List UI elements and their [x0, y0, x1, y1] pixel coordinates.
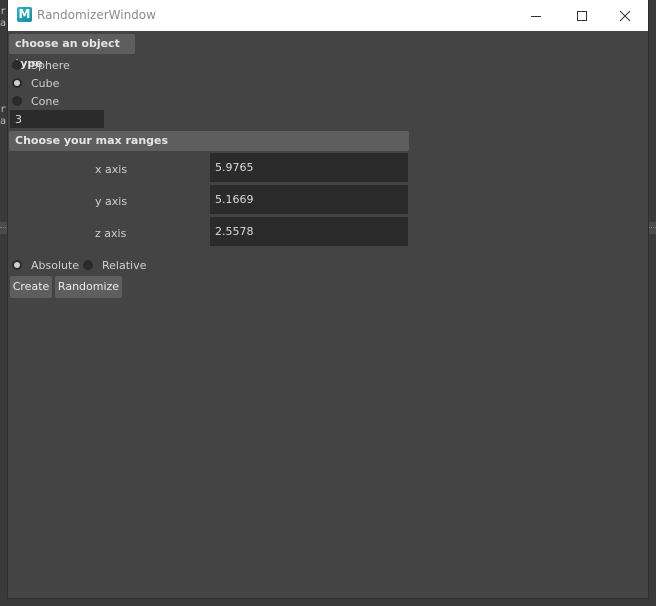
y-axis-input[interactable]: 5.1669 [210, 185, 408, 214]
window-content: choose an object type Sphere Cube Cone 3… [8, 31, 648, 598]
z-axis-label: z axis [95, 227, 127, 240]
radio-sphere[interactable]: Sphere [12, 57, 70, 73]
minimize-button[interactable] [513, 0, 559, 31]
radio-relative-label: Relative [102, 258, 147, 272]
radio-relative-indicator[interactable] [83, 260, 93, 270]
title-bar[interactable]: M RandomizerWindow [8, 0, 648, 31]
minimize-icon [531, 15, 541, 17]
radio-absolute-label: Absolute [31, 258, 80, 272]
close-icon [619, 10, 631, 21]
object-type-header: choose an object type [9, 34, 135, 70]
radio-cone[interactable]: Cone [12, 93, 59, 109]
radio-cube[interactable]: Cube [12, 75, 59, 91]
randomize-button[interactable]: Randomize [55, 276, 122, 298]
maximize-icon [577, 10, 587, 21]
x-axis-label: x axis [95, 163, 128, 176]
z-axis-input[interactable]: 2.5578 [210, 217, 408, 246]
create-button[interactable]: Create [10, 276, 52, 298]
radio-sphere-label: Sphere [31, 58, 70, 72]
radio-absolute[interactable]: Absolute [12, 257, 79, 273]
radio-cone-indicator[interactable] [12, 96, 22, 106]
maya-app-icon: M [17, 7, 32, 22]
radio-relative[interactable]: Relative [83, 257, 146, 273]
radio-cube-indicator[interactable] [12, 78, 22, 88]
max-ranges-header: Choose your max ranges [9, 131, 409, 151]
radio-cube-label: Cube [31, 76, 60, 90]
y-axis-label: y axis [95, 195, 128, 208]
radio-cone-label: Cone [31, 94, 60, 108]
randomizer-window: M RandomizerWindow choose an object type… [8, 0, 648, 598]
radio-absolute-indicator[interactable] [12, 260, 22, 270]
maximize-button[interactable] [559, 0, 605, 31]
window-title: RandomizerWindow [37, 8, 156, 22]
object-count-input[interactable]: 3 [10, 110, 104, 128]
radio-sphere-indicator[interactable] [12, 60, 22, 70]
x-axis-input[interactable]: 5.9765 [210, 153, 408, 182]
close-button[interactable] [602, 0, 648, 31]
